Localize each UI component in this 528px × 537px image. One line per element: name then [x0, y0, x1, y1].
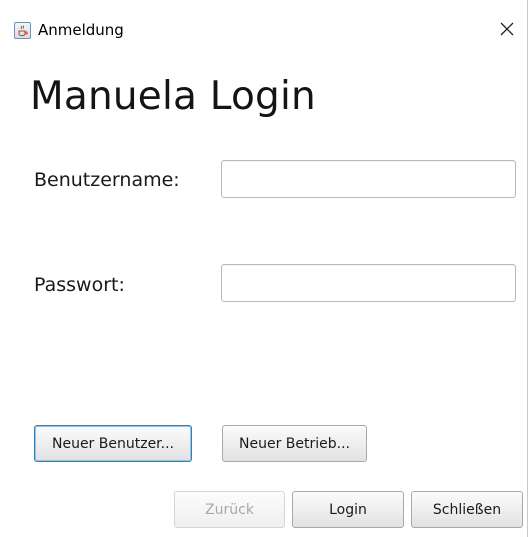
java-cup-icon [14, 22, 31, 39]
close-button[interactable]: Schließen [411, 491, 523, 528]
new-business-button[interactable]: Neuer Betrieb... [222, 425, 367, 462]
username-label: Benutzername: [34, 169, 180, 191]
username-input[interactable] [221, 160, 516, 198]
new-user-button[interactable]: Neuer Benutzer... [34, 425, 192, 462]
password-input[interactable] [221, 264, 516, 302]
title-bar: Anmeldung [0, 0, 528, 54]
window-title: Anmeldung [38, 21, 124, 39]
page-title: Manuela Login [30, 74, 316, 119]
back-button[interactable]: Zurück [174, 491, 285, 528]
password-label: Passwort: [34, 274, 125, 296]
close-icon [500, 22, 514, 36]
login-button[interactable]: Login [292, 491, 404, 528]
login-dialog: Anmeldung Manuela Login Benutzername: Pa… [0, 0, 528, 537]
window-close-button[interactable] [492, 14, 522, 44]
